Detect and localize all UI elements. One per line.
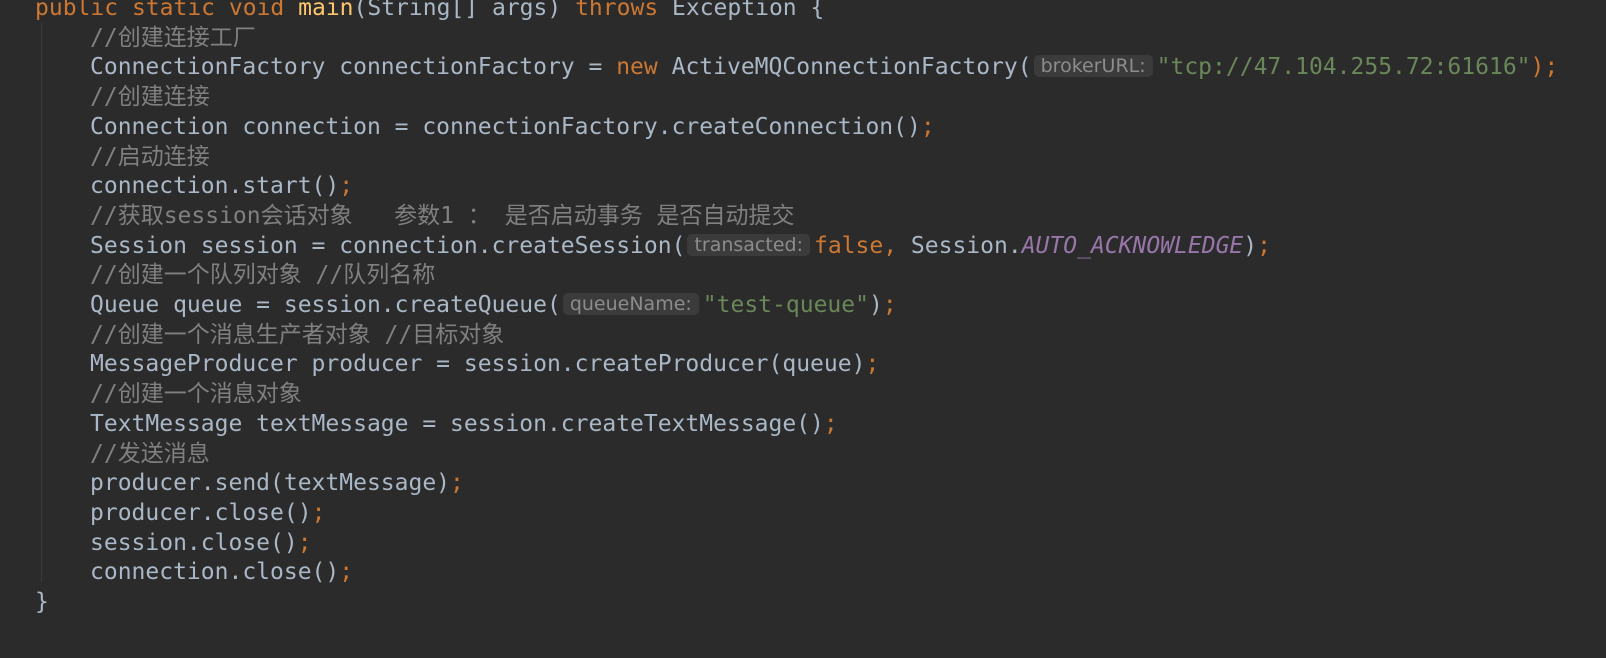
keyword-token: ; [311, 499, 326, 526]
code-token: ConnectionFactory connectionFactory = [90, 54, 617, 81]
code-line[interactable]: connection.close(); [90, 557, 353, 587]
constant-token: AUTO_ACKNOWLEDGE [1021, 232, 1244, 259]
code-token: } [35, 589, 49, 615]
code-token: Session session = connection.createSessi… [90, 232, 686, 259]
code-line[interactable]: public static void main(String[] args) t… [35, 0, 824, 23]
code-comment: //启动连接 [90, 143, 210, 170]
keyword-token: ; [865, 351, 880, 378]
keyword-token: ; [1257, 232, 1271, 259]
keyword-token: ; [339, 559, 354, 586]
code-token: MessageProducer producer = session.creat… [90, 351, 866, 378]
keyword-token: ; [450, 470, 464, 497]
code-line[interactable]: Queue queue = session.createQueue(queueN… [90, 290, 897, 320]
code-line[interactable]: //发送消息 [90, 439, 210, 469]
keyword-token: new [616, 54, 672, 81]
code-line[interactable]: //创建连接 [90, 82, 210, 112]
keyword-token: ; [823, 410, 838, 437]
code-comment: //创建连接工厂 [90, 24, 256, 51]
keyword-token: ); [1530, 54, 1559, 81]
code-line[interactable]: producer.close(); [90, 498, 325, 528]
code-line[interactable]: producer.send(textMessage); [90, 468, 464, 498]
code-token: Connection connection = connectionFactor… [90, 113, 921, 140]
code-token: ActiveMQConnectionFactory( [671, 54, 1032, 81]
code-comment: //获取session会话对象 参数1 ： 是否启动事务 是否自动提交 [90, 202, 795, 229]
code-editor[interactable]: public static void main(String[] args) t… [0, 0, 1606, 658]
code-token: connection.close() [90, 559, 340, 586]
keyword-token: public [35, 0, 132, 21]
code-token: Exception { [672, 0, 825, 21]
code-token: producer.close() [90, 499, 312, 526]
indent-guide [41, 22, 42, 582]
code-token: producer.send(textMessage) [90, 470, 451, 497]
code-comment: //发送消息 [90, 440, 210, 467]
code-token: connection.start() [90, 173, 340, 200]
string-literal: "test-queue" [702, 292, 869, 318]
keyword-token: throws [575, 0, 673, 21]
code-line[interactable]: session.close(); [90, 528, 312, 558]
code-token: TextMessage textMessage = session.create… [90, 410, 824, 437]
code-line[interactable]: //创建一个消息对象 [90, 379, 302, 409]
method-name: main [298, 0, 354, 21]
code-token: session.close() [90, 529, 298, 556]
keyword-token: void [228, 0, 299, 21]
code-line[interactable]: MessageProducer producer = session.creat… [90, 349, 879, 379]
code-comment: //创建一个消息生产者对象 //目标对象 [90, 321, 505, 348]
keyword-token: false, [813, 232, 911, 259]
code-line[interactable]: //创建一个消息生产者对象 //目标对象 [90, 320, 504, 350]
code-comment: //创建连接 [90, 84, 210, 111]
parameter-hint: transacted: [687, 233, 810, 256]
code-comment: //创建一个队列对象 //队列名称 [90, 262, 436, 289]
code-line[interactable]: ConnectionFactory connectionFactory = ne… [90, 52, 1558, 82]
keyword-token: ; [920, 113, 935, 140]
code-token: ) [868, 292, 883, 318]
code-token: (String[] args) [353, 0, 576, 21]
keyword-token: ; [339, 173, 354, 200]
code-line[interactable]: Session session = connection.createSessi… [90, 231, 1271, 261]
code-token: Session. [910, 232, 1022, 259]
code-token: Queue queue = session.createQueue( [90, 292, 561, 318]
code-line[interactable]: } [35, 587, 49, 617]
code-line[interactable]: //启动连接 [90, 142, 210, 172]
code-line[interactable]: TextMessage textMessage = session.create… [90, 409, 838, 439]
code-line[interactable]: //创建一个队列对象 //队列名称 [90, 260, 435, 290]
code-line[interactable]: //创建连接工厂 [90, 23, 256, 53]
code-line[interactable]: //获取session会话对象 参数1 ： 是否启动事务 是否自动提交 [90, 201, 795, 231]
code-line[interactable]: connection.start(); [90, 171, 353, 201]
code-line[interactable]: Connection connection = connectionFactor… [90, 112, 935, 142]
keyword-token: ; [882, 292, 897, 318]
code-comment: //创建一个消息对象 [90, 381, 302, 408]
keyword-token: ; [297, 529, 312, 556]
string-literal: "tcp://47.104.255.72:61616" [1156, 54, 1531, 81]
code-token: ) [1243, 232, 1258, 259]
parameter-hint: brokerURL: [1033, 55, 1153, 78]
parameter-hint: queueName: [562, 293, 699, 315]
keyword-token: static [131, 0, 229, 21]
